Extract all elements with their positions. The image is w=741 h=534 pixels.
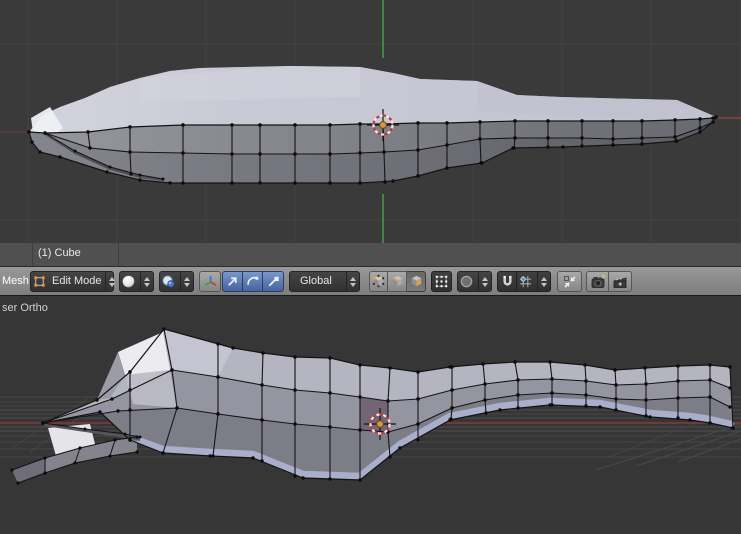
manipulator-rotate-button[interactable]: [243, 271, 263, 292]
axis-gizmo-icon: [202, 274, 219, 289]
rotate-arc-icon: [244, 274, 261, 289]
view-name-label: ser Ortho: [2, 302, 48, 314]
edge-select-button[interactable]: [388, 271, 407, 292]
translate-arrow-icon: [224, 274, 241, 289]
snap-toggle-button[interactable]: [497, 271, 517, 292]
viewport-shading-sphere-icon: [120, 274, 137, 289]
manipulator-scale-button[interactable]: [263, 271, 284, 292]
viewport-top[interactable]: [0, 0, 741, 243]
active-object-label: (1) Cube: [38, 247, 81, 259]
dropdown-arrows-icon: [346, 272, 359, 291]
camera-plus-icon: [589, 274, 606, 290]
mode-dropdown[interactable]: Edit Mode: [30, 271, 115, 292]
scale-icon: [265, 274, 282, 289]
edge-cube-icon: [389, 274, 406, 289]
manipulator-toggle-button[interactable]: [199, 271, 221, 292]
vertex-select-button[interactable]: [369, 271, 388, 292]
limit-selection-button[interactable]: [431, 271, 452, 292]
transform-orientation-dropdown[interactable]: Global: [289, 271, 360, 292]
dropdown-arrows-icon: [104, 272, 118, 291]
snap-element-dropdown[interactable]: [517, 271, 551, 292]
blender-window: (1) Cube Mesh Edit Mode Global ser Ortho: [0, 0, 741, 534]
magnet-icon: [499, 274, 516, 289]
auto-merge-button[interactable]: [557, 271, 582, 292]
dropdown-arrows-icon: [537, 272, 550, 291]
viewport-bottom[interactable]: ser Ortho: [0, 296, 741, 534]
dropdown-arrows-icon: [140, 272, 153, 291]
object-info-strip: (1) Cube: [0, 243, 741, 266]
face-select-button[interactable]: [407, 271, 426, 292]
opengl-render-anim-button[interactable]: [609, 271, 632, 292]
opengl-render-button[interactable]: [586, 271, 609, 292]
viewport-bottom-canvas[interactable]: [0, 296, 741, 534]
viewport-header: Mesh Edit Mode Global: [0, 266, 741, 296]
grid-line: [118, 243, 119, 266]
editmode-icon: [31, 274, 48, 289]
proportional-circle-icon: [458, 274, 475, 289]
snap-increment-icon: [517, 274, 534, 289]
dropdown-arrows-icon: [180, 272, 193, 291]
pivot-center-dropdown[interactable]: [159, 271, 194, 292]
manipulator-translate-button[interactable]: [222, 271, 243, 292]
converging-arrows-icon: [561, 274, 578, 290]
viewport-shading-dropdown[interactable]: [119, 271, 154, 292]
dropdown-arrows-icon: [478, 272, 491, 291]
face-cube-icon: [408, 274, 425, 289]
occlude-cube-icon: [433, 274, 450, 289]
menu-mesh[interactable]: Mesh: [2, 275, 29, 287]
proportional-editing-dropdown[interactable]: [457, 271, 492, 292]
orientation-label: Global: [300, 275, 332, 287]
grid-line: [32, 243, 33, 266]
mode-dropdown-label: Edit Mode: [52, 275, 102, 287]
pivot-median-icon: [160, 274, 177, 289]
viewport-top-canvas[interactable]: [0, 0, 741, 243]
clapperboard-icon: [612, 274, 629, 290]
vertex-cube-icon: [370, 274, 387, 289]
